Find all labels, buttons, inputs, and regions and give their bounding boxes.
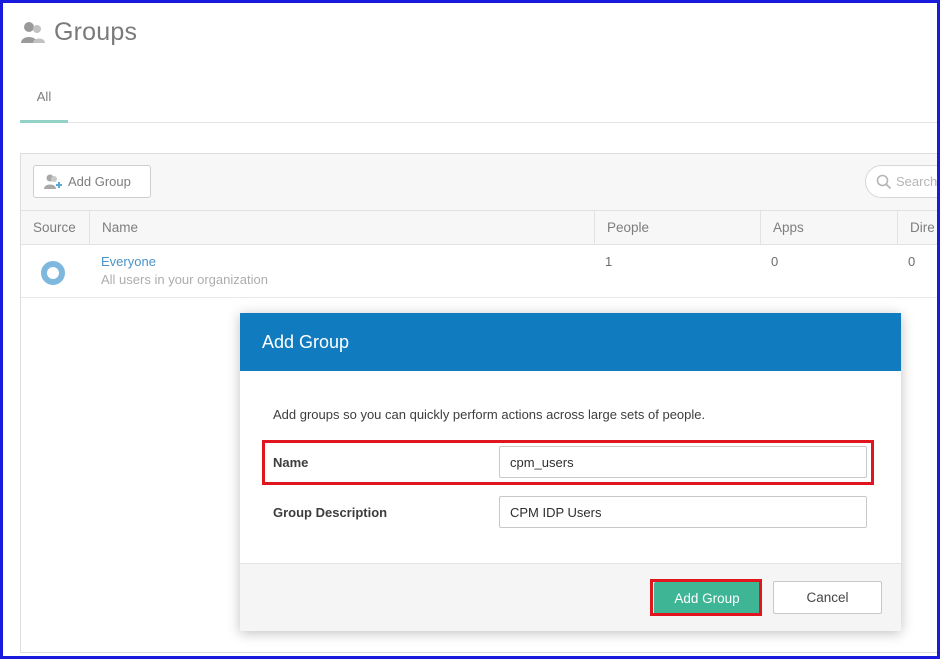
tab-all[interactable]: All [20, 80, 68, 123]
tab-bar: All [20, 80, 940, 123]
search-input[interactable]: Search [865, 165, 940, 198]
add-group-button[interactable]: Add Group [33, 165, 151, 198]
search-icon [876, 174, 892, 189]
toolbar: Add Group Search [21, 154, 940, 211]
page-header: Groups [20, 18, 137, 47]
column-people[interactable]: People [594, 211, 760, 245]
dialog-title: Add Group [240, 313, 901, 371]
name-field[interactable] [499, 446, 867, 478]
column-name[interactable]: Name [89, 211, 594, 245]
add-button-highlight [650, 579, 762, 616]
group-description-label: Group Description [273, 505, 388, 520]
group-name-link[interactable]: Everyone [101, 254, 156, 269]
add-group-dialog: Add Group Add groups so you can quickly … [240, 313, 901, 631]
column-directories[interactable]: Dire [897, 211, 940, 245]
column-source[interactable]: Source [21, 211, 89, 245]
group-description: All users in your organization [101, 272, 268, 287]
search-placeholder: Search [896, 174, 938, 189]
column-apps[interactable]: Apps [760, 211, 897, 245]
name-label: Name [273, 455, 309, 470]
cancel-button[interactable]: Cancel [773, 581, 882, 614]
people-count: 1 [605, 254, 613, 269]
okta-ring-icon [41, 261, 65, 285]
directories-count: 0 [908, 254, 916, 269]
dialog-intro-text: Add groups so you can quickly perform ac… [273, 407, 706, 422]
page-title: Groups [54, 18, 138, 46]
table-row: Everyone All users in your organization … [21, 246, 940, 298]
group-icon [21, 21, 45, 43]
add-group-icon [44, 174, 62, 189]
add-group-button-label: Add Group [68, 174, 131, 189]
table-header: Source Name People Apps Dire [21, 211, 940, 245]
group-description-field[interactable] [499, 496, 867, 528]
apps-count: 0 [771, 254, 779, 269]
